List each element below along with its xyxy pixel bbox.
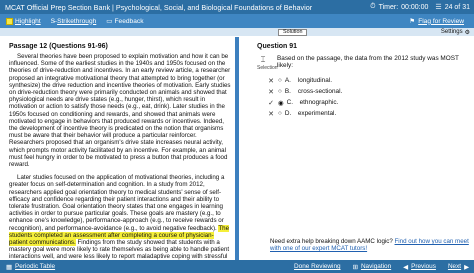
highlight-icon: [6, 17, 13, 25]
toolbar: Highlight S̶ Strikethrough ▭ Feedback ⚑ …: [0, 14, 474, 28]
choice-text: experimental.: [297, 110, 337, 117]
choice-letter: B.: [284, 88, 291, 95]
gear-icon: ⚙: [464, 29, 470, 36]
navigation-label: Navigation: [360, 263, 392, 270]
question-position: 24 of 31: [444, 3, 470, 11]
selection-icon[interactable]: ⌶ Selection: [257, 55, 278, 71]
incorrect-icon: ✕: [268, 77, 274, 85]
incorrect-icon: ✕: [268, 88, 274, 96]
choice-a[interactable]: ✕ ○ A. longitudinal.: [267, 75, 468, 86]
periodic-table-label: Periodic Table: [15, 263, 56, 270]
done-reviewing-button[interactable]: Done Reviewing: [294, 263, 341, 270]
strikethrough-label: Strikethrough: [57, 17, 97, 25]
choice-b[interactable]: ✕ ○ B. cross-sectional.: [267, 86, 468, 97]
previous-label: Previous: [411, 263, 436, 270]
navigation-button[interactable]: ⊞ Navigation: [353, 263, 392, 271]
settings-label: Settings: [440, 29, 463, 35]
passage-paragraph-2: Later studies focused on the application…: [9, 174, 231, 260]
chevron-left-icon: ◀: [403, 263, 409, 271]
help-text: Need extra help breaking down AAMC logic…: [270, 238, 395, 245]
timer-label: Timer:: [378, 3, 399, 11]
flag-icon: ⚑: [409, 18, 416, 25]
question-text: Based on the passage, the data from the …: [277, 55, 459, 70]
incorrect-icon: ✕: [268, 110, 274, 118]
feedback-label: Feedback: [114, 17, 144, 25]
question-pane: Question 91 ⌶ Selection Based on the pas…: [241, 37, 474, 260]
choice-text: ethnographic.: [299, 99, 339, 106]
pane-divider[interactable]: [235, 37, 239, 260]
selection-label: Selection: [257, 65, 278, 71]
done-label: Done Reviewing: [294, 263, 341, 270]
previous-button[interactable]: ◀ Previous: [403, 263, 436, 271]
paragraph-text: Later studies focused on the application…: [9, 174, 225, 232]
next-label: Next: [447, 263, 462, 270]
choice-c[interactable]: ✓ ◉ C. ethnographic.: [267, 97, 468, 108]
choice-text: longitudinal.: [297, 77, 332, 84]
next-button[interactable]: Next ▶: [448, 263, 469, 271]
strikethrough-icon: S̶: [50, 17, 56, 25]
radio-icon: ○: [278, 110, 282, 117]
solution-button[interactable]: Solution: [278, 29, 308, 36]
flag-label: Flag for Review: [418, 17, 464, 25]
choice-letter: A.: [284, 77, 291, 84]
cursor-icon: ⌶: [260, 55, 266, 64]
highlight-label: Highlight: [15, 17, 41, 25]
radio-selected-icon: ◉: [278, 99, 284, 107]
title-bar: MCAT Official Prep Section Bank | Psycho…: [0, 0, 474, 14]
choice-d[interactable]: ✕ ○ D. experimental.: [267, 108, 468, 119]
timer-value: 00:00:00: [401, 3, 429, 11]
table-icon: ▦: [6, 263, 13, 271]
choice-text: cross-sectional.: [297, 88, 343, 95]
list-icon: ☰: [435, 4, 442, 11]
choice-letter: C.: [286, 99, 293, 106]
question-title: Question 91: [257, 43, 298, 50]
choice-letter: D.: [284, 110, 292, 117]
correct-icon: ✓: [268, 99, 274, 107]
radio-icon: ○: [278, 88, 282, 95]
strikethrough-button[interactable]: S̶ Strikethrough: [51, 18, 97, 25]
sub-toolbar: [0, 28, 474, 36]
chevron-right-icon: ▶: [464, 263, 469, 271]
passage-paragraph-1: Several theories have been proposed to e…: [9, 53, 231, 169]
settings-button[interactable]: Settings ⚙: [441, 29, 470, 36]
answer-choices: ✕ ○ A. longitudinal. ✕ ○ B. cross-sectio…: [267, 75, 468, 119]
highlight-button[interactable]: Highlight: [6, 17, 41, 25]
periodic-table-button[interactable]: ▦ Periodic Table: [6, 263, 55, 271]
feedback-icon: ▭: [106, 18, 113, 25]
navigation-icon: ⊞: [352, 263, 358, 271]
bottom-bar: ▦ Periodic Table Done Reviewing ⊞ Naviga…: [0, 260, 474, 273]
passage-pane[interactable]: Passage 12 (Questions 91-96) Several the…: [0, 37, 236, 260]
flag-for-review-button[interactable]: ⚑ Flag for Review: [409, 17, 464, 26]
passage-title: Passage 12 (Questions 91-96): [9, 43, 108, 50]
app-title: MCAT Official Prep Section Bank | Psycho…: [5, 2, 313, 12]
tutor-help: Need extra help breaking down AAMC logic…: [270, 238, 470, 252]
feedback-button[interactable]: ▭ Feedback: [106, 17, 144, 26]
clock-icon: ⏱: [370, 3, 376, 10]
radio-icon: ○: [278, 77, 282, 84]
